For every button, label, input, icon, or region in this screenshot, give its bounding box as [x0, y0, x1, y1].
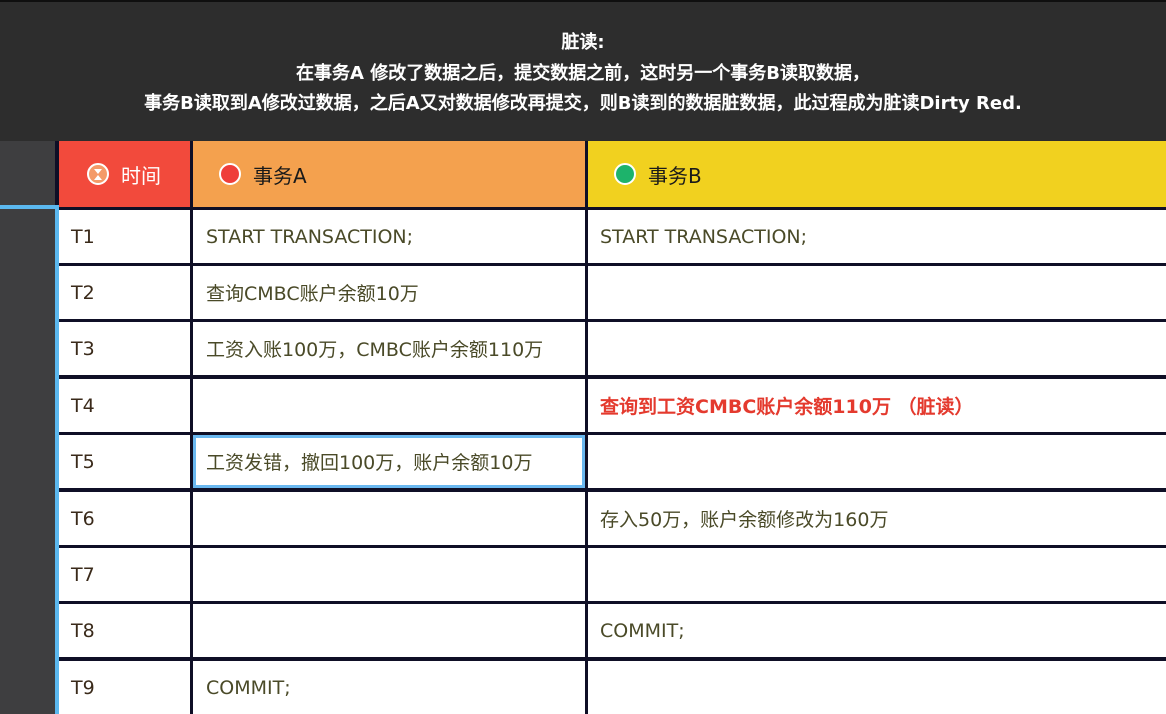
transaction-b-cell: 存入50万，账户余额修改为160万 — [588, 492, 1166, 545]
transaction-b-cell — [588, 661, 1166, 714]
transaction-a-cell — [193, 604, 585, 657]
time-cell: T9 — [59, 661, 190, 714]
header-transaction-a-label: 事务A — [253, 163, 307, 188]
header-transaction-b-label: 事务B — [648, 163, 702, 188]
transaction-b-cell — [588, 435, 1166, 488]
time-cell: T8 — [59, 604, 190, 657]
header-time-label: 时间 — [121, 163, 161, 188]
dirty-read-banner: 脏读: 在事务A 修改了数据之后，提交数据之前，这时另一个事务B读取数据， 事务… — [0, 0, 1166, 141]
transaction-a-cell: COMMIT; — [193, 661, 585, 714]
table-row: T7 — [55, 548, 1166, 601]
selected-transaction-a-cell[interactable]: 工资发错，撤回100万，账户余额10万 — [193, 435, 585, 488]
transaction-a-cell — [193, 548, 585, 601]
table-row: T8 COMMIT; — [55, 604, 1166, 657]
table-row: T2 查询CMBC账户余额10万 — [55, 266, 1166, 319]
red-dot-icon — [219, 163, 241, 185]
selection-accent-horizontal — [0, 205, 58, 209]
table-row: T1 START TRANSACTION; START TRANSACTION; — [55, 210, 1166, 263]
transaction-table: 时间 事务A 事务B T1 START TRANSACTION; START T… — [55, 141, 1166, 714]
transaction-a-cell — [193, 492, 585, 545]
table-row: T5 工资发错，撤回100万，账户余额10万 — [55, 435, 1166, 488]
transaction-b-cell: COMMIT; — [588, 604, 1166, 657]
header-time: 时间 — [59, 141, 190, 207]
table-row: T4 查询到工资CMBC账户余额110万 （脏读） — [55, 379, 1166, 432]
dirty-read-cell: 查询到工资CMBC账户余额110万 （脏读） — [588, 379, 1166, 432]
time-cell: T6 — [59, 492, 190, 545]
time-cell: T2 — [59, 266, 190, 319]
hourglass-icon — [87, 163, 109, 185]
banner-title: 脏读: — [561, 32, 605, 53]
transaction-a-cell: 查询CMBC账户余额10万 — [193, 266, 585, 319]
page: 脏读: 在事务A 修改了数据之后，提交数据之前，这时另一个事务B读取数据， 事务… — [0, 0, 1166, 714]
header-transaction-b: 事务B — [588, 141, 1166, 207]
transaction-b-cell — [588, 322, 1166, 375]
time-cell: T1 — [59, 210, 190, 263]
table-row: T6 存入50万，账户余额修改为160万 — [55, 492, 1166, 545]
time-cell: T5 — [59, 435, 190, 488]
transaction-a-cell: 工资入账100万，CMBC账户余额110万 — [193, 322, 585, 375]
time-cell: T7 — [59, 548, 190, 601]
time-cell: T3 — [59, 322, 190, 375]
header-transaction-a: 事务A — [193, 141, 585, 207]
transaction-b-cell — [588, 266, 1166, 319]
left-margin-bar — [0, 141, 55, 714]
transaction-b-cell: START TRANSACTION; — [588, 210, 1166, 263]
green-dot-icon — [614, 163, 636, 185]
transaction-b-cell — [588, 548, 1166, 601]
transaction-a-cell — [193, 379, 585, 432]
transaction-a-cell: START TRANSACTION; — [193, 210, 585, 263]
table-row: T3 工资入账100万，CMBC账户余额110万 — [55, 322, 1166, 375]
banner-description-line-1: 在事务A 修改了数据之后，提交数据之前，这时另一个事务B读取数据， — [296, 63, 870, 84]
banner-description-line-2: 事务B读取到A修改过数据，之后A又对数据修改再提交，则B读到的数据脏数据，此过程… — [144, 93, 1022, 114]
table-row: T9 COMMIT; — [55, 661, 1166, 714]
selection-accent-vertical — [55, 205, 59, 714]
time-cell: T4 — [59, 379, 190, 432]
